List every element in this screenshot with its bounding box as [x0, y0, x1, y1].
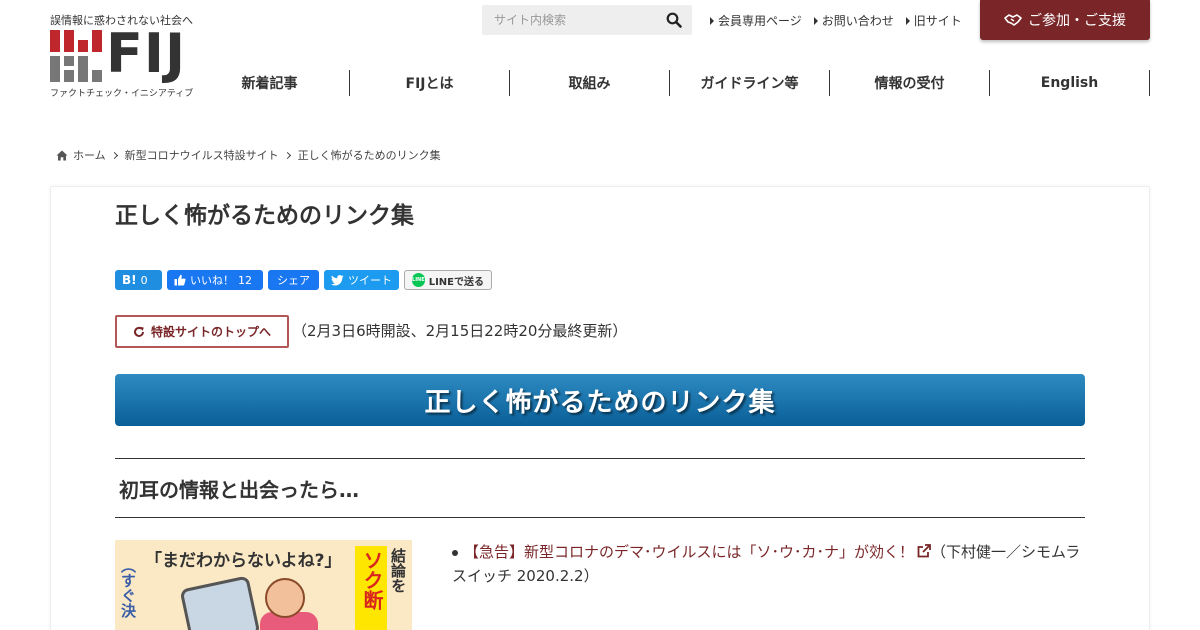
article-illustration[interactable]: （すぐ決 「まだわからないよね?」 ソク断 結論を [115, 540, 412, 630]
chevron-right-icon [110, 151, 118, 159]
breadcrumb-home[interactable]: ホーム [73, 147, 106, 163]
refresh-icon [134, 326, 144, 337]
logo-mark-icon [50, 30, 102, 82]
link-list: 【急告】新型コロナのデマ･ウイルスには「ソ･ウ･カ･ナ」が効く！ （下村健一／シ… [452, 540, 1092, 588]
line-send-button[interactable]: LINE LINEで送る [404, 270, 492, 290]
hatena-icon: B! [122, 273, 137, 287]
person-head-illustration [265, 578, 305, 618]
facebook-like-label: いいね！ [190, 274, 234, 287]
logo-subtitle: ファクトチェック・イニシアティブ [50, 89, 194, 99]
section-heading: 初耳の情報と出会ったら… [115, 458, 1085, 518]
smartphone-illustration [179, 575, 261, 630]
nav-item-about[interactable]: FIJとは [350, 70, 510, 96]
thumbs-up-icon [174, 274, 186, 286]
global-nav: 新着記事 FIJとは 取組み ガイドライン等 情報の受付 English [190, 70, 1150, 96]
section-heading-text: 初耳の情報と出会ったら… [119, 477, 359, 502]
illustration-side-text: 結論を [389, 548, 407, 593]
nav-item-guidelines[interactable]: ガイドライン等 [670, 70, 830, 96]
illustration-left-text: （すぐ決 [119, 558, 137, 618]
toplink-members[interactable]: 会員専用ページ [710, 12, 802, 29]
update-note: （2月3日6時開設、2月15日22時20分最終更新） [292, 322, 628, 340]
line-icon: LINE [412, 273, 425, 287]
breadcrumb-covid-site[interactable]: 新型コロナウイルス特設サイト [125, 147, 279, 163]
tweet-label: ツイート [348, 274, 392, 287]
banner-title: 正しく怖がるためのリンク集 [424, 387, 776, 418]
share-buttons: B! 0 いいね！ 12 シェア ツイート LINE LINEで送る [115, 270, 492, 290]
caret-right-icon [710, 16, 714, 25]
top-links: 会員専用ページ お問い合わせ 旧サイト [710, 12, 962, 29]
logo-text: FIJ [106, 22, 187, 85]
toplink-contact[interactable]: お問い合わせ [813, 12, 894, 29]
title-banner: 正しく怖がるためのリンク集 [115, 374, 1085, 426]
nav-item-reports[interactable]: 情報の受付 [830, 70, 990, 96]
list-item: 【急告】新型コロナのデマ･ウイルスには「ソ･ウ･カ･ナ」が効く！ （下村健一／シ… [452, 540, 1092, 588]
facebook-share-button[interactable]: シェア [268, 270, 319, 290]
tweet-button[interactable]: ツイート [324, 270, 399, 290]
home-icon [56, 150, 68, 160]
search-icon[interactable] [666, 12, 682, 28]
join-support-button[interactable]: ご参加・ご支援 [980, 0, 1150, 40]
handshake-icon [1004, 14, 1022, 26]
bullet-icon [452, 549, 458, 556]
external-link-icon [917, 544, 931, 558]
chevron-right-icon [283, 151, 291, 159]
search-input[interactable] [482, 5, 652, 35]
nav-item-news[interactable]: 新着記事 [190, 70, 350, 96]
toplink-old-site[interactable]: 旧サイト [905, 12, 962, 29]
nav-item-activities[interactable]: 取組み [510, 70, 670, 96]
hatena-bookmark-button[interactable]: B! 0 [115, 270, 162, 290]
hatena-count: 0 [140, 273, 148, 287]
twitter-bird-icon [331, 274, 344, 285]
facebook-like-count: 12 [238, 273, 252, 287]
caret-right-icon [813, 16, 818, 25]
special-site-top-button[interactable]: 特設サイトのトップへ [115, 315, 289, 348]
line-label: LINEで送る [428, 276, 484, 288]
breadcrumb-current: 正しく怖がるためのリンク集 [297, 149, 441, 162]
illustration-quote: 「まだわからないよね?」 [145, 551, 342, 571]
site-search [482, 5, 692, 35]
caret-right-icon [905, 16, 910, 25]
breadcrumb: ホーム 新型コロナウイルス特設サイト 正しく怖がるためのリンク集 [56, 147, 441, 163]
illustration-yellow-text: ソク断 [360, 550, 384, 610]
facebook-like-button[interactable]: いいね！ 12 [167, 270, 263, 290]
page-title: 正しく怖がるためのリンク集 [115, 203, 414, 229]
nav-item-english[interactable]: English [990, 70, 1150, 96]
illustration-yellow-box: ソク断 [355, 546, 387, 630]
site-logo[interactable]: FIJ ファクトチェック・イニシアティブ [50, 24, 194, 99]
link-item-title[interactable]: 【急告】新型コロナのデマ･ウイルスには「ソ･ウ･カ･ナ」が効く！ [464, 543, 914, 561]
